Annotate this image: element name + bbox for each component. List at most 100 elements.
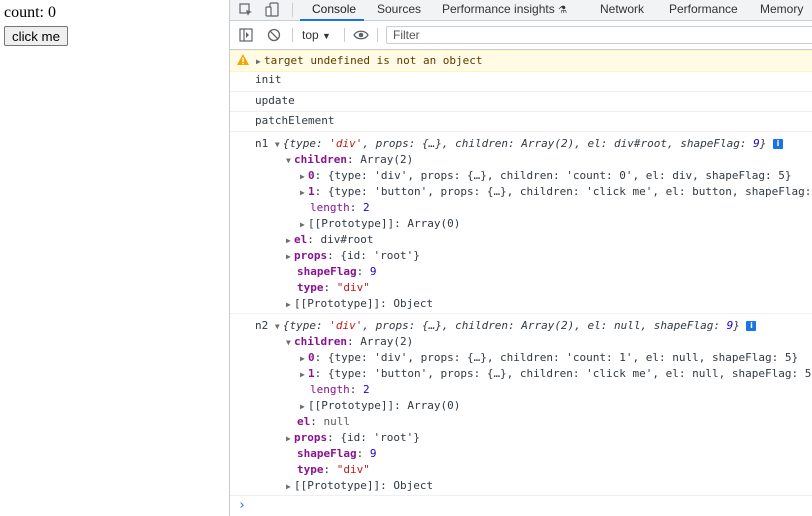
log-divider: [230, 495, 812, 496]
device-toolbar-icon[interactable]: [264, 2, 280, 18]
console-prompt-icon[interactable]: ›: [238, 498, 246, 514]
n1-length-val: 2: [363, 201, 370, 214]
expand-triangle-icon: ▶: [256, 57, 261, 66]
n2-type-val: "div": [336, 463, 370, 476]
warning-text: target undefined is not an object: [264, 54, 483, 67]
n1-el-key: el: [294, 233, 308, 246]
devtools-panel: Console Sources Performance insights ⚗ N…: [229, 0, 812, 516]
n2-length-val: 2: [363, 383, 370, 396]
app-page: count: 0 click me: [0, 0, 229, 516]
n2-array-proto: [[Prototype]]: Array(0): [308, 399, 461, 412]
n1-children-row[interactable]: ▼ children: Array(2): [286, 152, 413, 168]
n1-type-row: type: "div": [297, 281, 370, 294]
n2-object-proto-row[interactable]: ▶ [[Prototype]]: Object: [286, 478, 433, 494]
n1-summary-pre: {type:: [282, 137, 330, 150]
warning-icon: [236, 53, 250, 70]
n1-array-proto: [[Prototype]]: Array(0): [308, 217, 461, 230]
tab-performance-insights[interactable]: Performance insights ⚗: [442, 2, 567, 16]
tab-network[interactable]: Network: [600, 2, 644, 16]
n1-type-val: "div": [336, 281, 370, 294]
n1-shapeflag-val: 9: [369, 265, 377, 278]
expand-triangle-icon: ▶: [286, 482, 291, 491]
tab-console[interactable]: Console: [312, 2, 356, 16]
inspect-element-icon[interactable]: [238, 2, 254, 18]
n1-summary-flag: 9: [753, 137, 760, 150]
n1-el-row[interactable]: ▶ el: div#root: [286, 232, 373, 248]
n2-child0-value: {type: 'div', props: {…}, children: 'cou…: [327, 351, 799, 364]
n2-object-proto: [[Prototype]]: Object: [294, 479, 434, 492]
expand-triangle-icon: ▶: [300, 354, 305, 363]
console-filter-input[interactable]: [386, 26, 812, 44]
warning-message: ▶ target undefined is not an object: [230, 50, 812, 72]
tab-memory[interactable]: Memory: [760, 2, 803, 16]
n2-child1-value: {type: 'button', props: {…}, children: '…: [327, 367, 812, 380]
n1-summary-post: }: [759, 137, 767, 150]
log-patch-element: patchElement: [255, 114, 335, 127]
toolbar-divider: [292, 28, 293, 42]
n2-summary-type: 'div': [329, 319, 363, 332]
expand-triangle-icon: ▶: [300, 172, 305, 181]
n1-child0-index: 0: [308, 169, 315, 182]
console-toolbar: top ▼: [230, 21, 812, 50]
log-update: update: [255, 94, 295, 107]
log-divider: [230, 131, 812, 132]
n2-child0-index: 0: [308, 351, 315, 364]
tab-performance[interactable]: Performance: [669, 2, 738, 16]
n2-array-proto-row[interactable]: ▶ [[Prototype]]: Array(0): [300, 398, 460, 414]
log-init: init: [255, 73, 282, 86]
n2-shapeflag-key: shapeFlag: [297, 447, 357, 460]
n2-summary-pre: {type:: [282, 319, 330, 332]
n1-summary: {type: 'div', props: {…}, children: Arra…: [283, 137, 766, 150]
context-selector[interactable]: top ▼: [302, 28, 331, 42]
n2-object-row[interactable]: n2 ▼ {type: 'div', props: {…}, children: …: [255, 318, 757, 334]
n1-child0-row[interactable]: ▶ 0: {type: 'div', props: {…}, children: …: [300, 168, 791, 184]
n1-type-key: type: [297, 281, 324, 294]
n2-props-row[interactable]: ▶ props: {id: 'root'}: [286, 430, 420, 446]
n2-child1-row[interactable]: ▶ 1: {type: 'button', props: {…}, childre…: [300, 366, 811, 382]
n2-children-key: children: [294, 335, 347, 348]
n1-props-row[interactable]: ▶ props: {id: 'root'}: [286, 248, 420, 264]
n1-el-val: div#root: [320, 233, 374, 246]
info-icon[interactable]: i: [772, 139, 783, 149]
clear-console-icon[interactable]: [266, 27, 282, 43]
expand-triangle-icon: ▶: [286, 236, 291, 245]
n1-child1-value: {type: 'button', props: {…}, children: '…: [327, 185, 812, 198]
n1-children-key: children: [294, 153, 347, 166]
console-output: ▶ target undefined is not an object init …: [230, 50, 812, 516]
click-me-button[interactable]: click me: [4, 26, 69, 46]
n2-children-row[interactable]: ▼ children: Array(2): [286, 334, 413, 350]
sidebar-toggle-icon[interactable]: [238, 27, 254, 43]
n2-shapeflag-row: shapeFlag: 9: [297, 447, 377, 460]
collapse-triangle-icon: ▼: [274, 140, 280, 149]
expand-triangle-icon: ▶: [300, 188, 305, 197]
warning-row[interactable]: ▶ target undefined is not an object: [256, 52, 483, 70]
n2-children-val: Array(2): [360, 335, 414, 348]
n2-child0-row[interactable]: ▶ 0: {type: 'div', props: {…}, children: …: [300, 350, 798, 366]
info-icon[interactable]: i: [746, 321, 757, 331]
collapse-triangle-icon: ▼: [286, 338, 291, 347]
tab-performance-insights-label: Performance insights: [442, 2, 555, 16]
flask-icon: ⚗: [558, 5, 568, 16]
dropdown-arrow-icon: ▼: [322, 31, 331, 41]
n2-length-key: length: [310, 383, 350, 396]
toolbar-divider: [344, 28, 345, 42]
expand-triangle-icon: ▶: [286, 434, 291, 443]
n1-array-proto-row[interactable]: ▶ [[Prototype]]: Array(0): [300, 216, 460, 232]
n1-child1-row[interactable]: ▶ 1: {type: 'button', props: {…}, childre…: [300, 184, 811, 200]
n1-object-row[interactable]: n1 ▼ {type: 'div', props: {…}, children: …: [255, 136, 783, 152]
n2-label: n2: [255, 319, 269, 332]
n2-el-key: el: [297, 415, 311, 428]
count-text: count: 0: [4, 4, 56, 21]
expand-triangle-icon: ▶: [300, 370, 305, 379]
n1-object-proto-row[interactable]: ▶ [[Prototype]]: Object: [286, 296, 433, 312]
n2-child1-index: 1: [308, 367, 315, 380]
log-divider: [230, 313, 812, 314]
n1-object-proto: [[Prototype]]: Object: [294, 297, 434, 310]
n2-type-row: type: "div": [297, 463, 370, 476]
eye-icon[interactable]: [353, 27, 369, 43]
expand-triangle-icon: ▶: [300, 220, 305, 229]
expand-triangle-icon: ▶: [286, 252, 291, 261]
tab-sources[interactable]: Sources: [377, 2, 421, 16]
toolbar-divider: [377, 28, 378, 42]
n1-props-key: props: [294, 249, 328, 262]
